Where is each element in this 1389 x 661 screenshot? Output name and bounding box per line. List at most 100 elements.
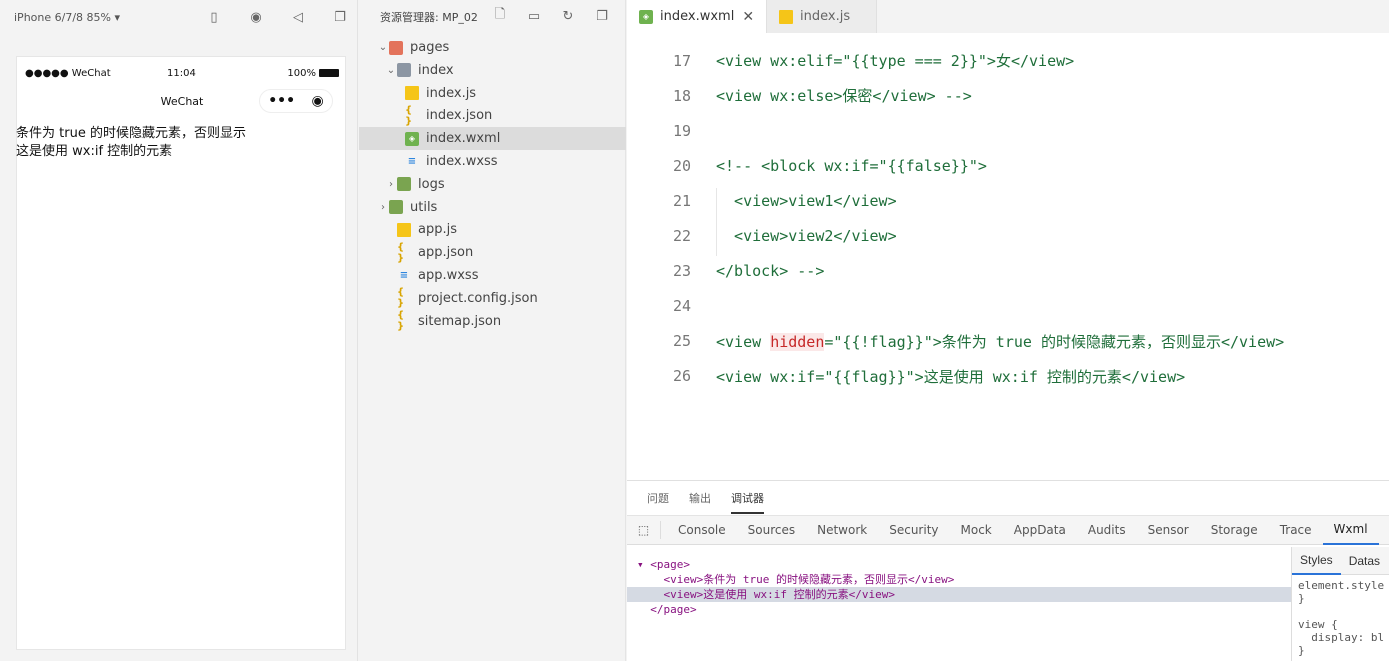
devtools-tab-appdata[interactable]: AppData: [1003, 515, 1077, 545]
code-line: 20 <!-- <block wx:if="{{false}}">: [627, 148, 1389, 183]
tab-label: index.js: [800, 9, 851, 24]
folder-green-icon: [397, 177, 411, 192]
line-number: 18: [672, 86, 691, 105]
tree-item[interactable]: › utils: [359, 196, 626, 219]
tree-item[interactable]: ⌄ pages: [359, 36, 626, 59]
page-content: 条件为 true 的时候隐藏元素，否则显示 这是使用 wx:if 控制的元素: [16, 121, 246, 161]
tree-item-label: logs: [418, 176, 445, 192]
tab-output[interactable]: 输出: [689, 490, 711, 506]
tree-item[interactable]: app.js: [359, 218, 626, 241]
close-icon[interactable]: ✕: [742, 9, 754, 25]
bottom-panel: 问题 输出 调试器 ⬚ Console Sources Network Securit…: [627, 480, 1389, 661]
code-line: 25 <view hidden="{{!flag}}">条件为 true 的时候隐…: [627, 324, 1389, 359]
style-line: }: [1298, 644, 1305, 657]
tree-item[interactable]: index.js: [359, 82, 626, 105]
inspect-icon[interactable]: ⬚: [627, 521, 661, 539]
folder-gray-icon: [397, 63, 411, 78]
code-text: <view wx:if="{{flag}}">这是使用 wx:if 控制的元素<…: [716, 367, 1186, 386]
tree-item-label: app.json: [418, 245, 474, 261]
window-icon[interactable]: ❐: [331, 9, 349, 25]
tab-styles[interactable]: Styles: [1292, 547, 1341, 575]
folder-red-icon: [389, 40, 403, 55]
tree-item[interactable]: { } app.json: [359, 241, 626, 264]
tab-index-wxml[interactable]: ◈ index.wxml ✕: [627, 0, 768, 33]
more-icon[interactable]: •••: [268, 93, 295, 109]
chevron-icon[interactable]: ⌄: [377, 42, 389, 53]
explorer-header: 资源管理器: MP_02 🗋 ▭ ↻ ❐: [359, 0, 625, 34]
chevron-icon[interactable]: ›: [385, 179, 397, 190]
new-file-icon[interactable]: 🗋: [491, 7, 509, 24]
wxml-node[interactable]: <view>这是使用 wx:if 控制的元素</view>: [627, 587, 1291, 602]
devtools-tab-audits[interactable]: Audits: [1077, 515, 1137, 545]
collapse-icon[interactable]: ❐: [593, 8, 611, 24]
refresh-icon[interactable]: ↻: [559, 8, 577, 24]
status-bar: ●●●●● WeChat 11:04 100%: [17, 57, 345, 89]
phone-icon[interactable]: ▯: [205, 9, 223, 25]
styles-content: element.style} view { display: bl}: [1292, 575, 1389, 657]
status-carrier: ●●●●● WeChat: [25, 67, 111, 79]
sound-icon[interactable]: ◁: [289, 9, 307, 25]
json-icon: { }: [405, 104, 413, 127]
devtools-tab-sensor[interactable]: Sensor: [1137, 515, 1200, 545]
code-line: 19: [627, 113, 1389, 148]
devtools-tab-mock[interactable]: Mock: [950, 515, 1003, 545]
tree-item[interactable]: { } index.json: [359, 104, 626, 127]
json-icon: { }: [397, 241, 405, 264]
devtools-tab-sources[interactable]: Sources: [737, 515, 806, 545]
devtools-tab-trace[interactable]: Trace: [1269, 515, 1323, 545]
panel-tabs: 问题 输出 调试器: [627, 481, 1389, 515]
folder-green-icon: [389, 200, 403, 215]
devtools-tab-network[interactable]: Network: [806, 515, 878, 545]
wxml-node[interactable]: </page>: [627, 602, 1291, 617]
tree-item[interactable]: ⌄ index: [359, 59, 626, 82]
chevron-icon[interactable]: ›: [377, 202, 389, 213]
devtools-tab-wxml[interactable]: Wxml: [1322, 515, 1379, 545]
close-icon[interactable]: ◉: [312, 93, 324, 109]
code-text: <view wx:else>保密</view> -->: [716, 87, 972, 106]
wxml-tree[interactable]: ▾ <page> <view>条件为 true 的时候隐藏元素，否则显示</vi…: [627, 547, 1291, 661]
tree-item-label: utils: [410, 199, 438, 215]
style-line: display: bl: [1298, 631, 1385, 644]
content-line: 这是使用 wx:if 控制的元素: [16, 144, 173, 159]
devtools-tab-security[interactable]: Security: [878, 515, 949, 545]
code-text: </block> -->: [716, 262, 825, 281]
code-line: 26 <view wx:if="{{flag}}">这是使用 wx:if 控制的元…: [627, 359, 1389, 394]
tab-index-js[interactable]: index.js: [767, 0, 878, 33]
styles-tabs: Styles Datas: [1292, 547, 1389, 575]
new-folder-icon[interactable]: ▭: [525, 8, 543, 24]
tree-item[interactable]: { } project.config.json: [359, 287, 626, 310]
devtools-tab-storage[interactable]: Storage: [1200, 515, 1269, 545]
wxml-node[interactable]: <view>条件为 true 的时候隐藏元素，否则显示</view>: [627, 572, 1291, 587]
device-selector[interactable]: iPhone 6/7/8 85% ▾: [14, 11, 120, 24]
tree-item[interactable]: ◈ index.wxml: [359, 127, 626, 151]
js-icon: [405, 86, 419, 101]
line-number: 19: [672, 121, 691, 140]
style-line: view {: [1298, 618, 1338, 631]
tree-item[interactable]: › logs: [359, 173, 626, 196]
line-number: 26: [672, 367, 691, 386]
line-number: 21: [672, 191, 691, 210]
line-number: 22: [672, 227, 691, 245]
json-icon: { }: [397, 287, 405, 310]
record-icon[interactable]: ◉: [247, 9, 265, 25]
tree-item-label: pages: [410, 40, 450, 55]
wxml-node[interactable]: ▾ <page>: [627, 557, 1291, 572]
code-line: 24: [627, 289, 1389, 324]
tab-datas[interactable]: Datas: [1341, 554, 1388, 568]
chevron-icon[interactable]: ⌄: [385, 65, 397, 76]
simulator-toolbar: iPhone 6/7/8 85% ▾ ▯ ◉ ◁ ❐: [0, 0, 357, 34]
code-editor: ◈ index.wxml ✕ index.js 17 <view wx:elif=…: [627, 0, 1389, 480]
devtools-tab-console[interactable]: Console: [667, 515, 737, 545]
line-number: 24: [672, 297, 691, 316]
tree-item[interactable]: { } sitemap.json: [359, 310, 626, 333]
js-icon: [397, 222, 411, 237]
tab-problems[interactable]: 问题: [647, 490, 669, 506]
tab-debugger[interactable]: 调试器: [731, 490, 764, 514]
tree-item[interactable]: ≡ app.wxss: [359, 264, 626, 287]
tree-item-label: app.js: [418, 222, 457, 238]
highlighted-token: hidden: [770, 332, 825, 351]
tree-item-label: app.wxss: [418, 268, 479, 283]
tree-item[interactable]: ≡ index.wxss: [359, 150, 626, 173]
capsule-menu[interactable]: ••• ◉: [259, 89, 333, 113]
battery-icon: [319, 68, 339, 77]
